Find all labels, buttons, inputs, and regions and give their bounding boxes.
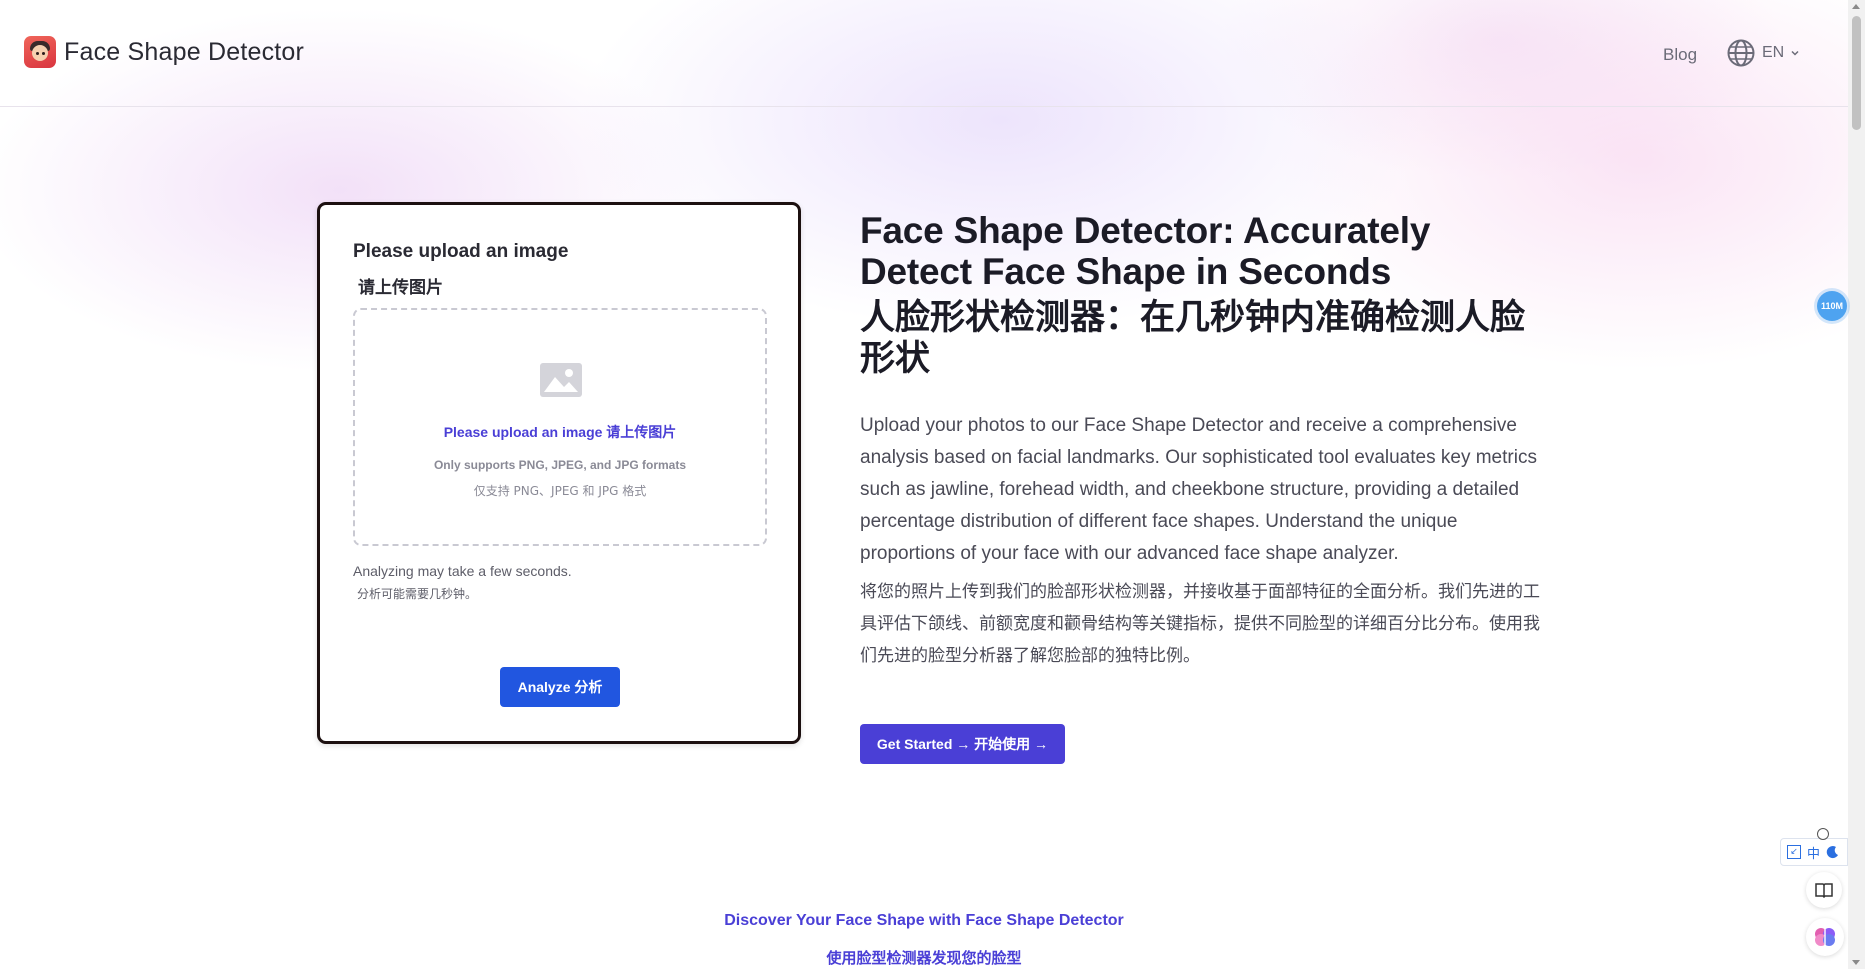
scroll-down-arrow[interactable] (1852, 960, 1860, 965)
page-scrollbar[interactable] (1848, 0, 1865, 969)
site-header: Face Shape Detector Blog EN (0, 0, 1848, 107)
upload-card: Please upload an image 请上传图片 Please uplo… (317, 202, 801, 744)
image-dropzone[interactable]: Please upload an image 请上传图片 Only suppor… (353, 308, 767, 546)
hero-title: Face Shape Detector: Accurately Detect F… (860, 210, 1431, 292)
ai-assistant-button[interactable] (1806, 918, 1844, 956)
discover-heading-zh: 使用脸型检测器发现您的脸型 (826, 949, 1022, 967)
pin-icon[interactable] (1817, 828, 1829, 840)
analyze-button[interactable]: Analyze 分析 (500, 667, 620, 707)
translate-toolbar[interactable]: ↙ 中 (1780, 838, 1848, 866)
moon-icon[interactable] (1826, 845, 1840, 859)
language-selector[interactable]: EN (1726, 38, 1800, 68)
language-label: EN (1762, 44, 1785, 61)
hero-description: Upload your photos to our Face Shape Det… (860, 415, 1537, 564)
analyzing-note: Analyzing may take a few seconds. (353, 563, 572, 579)
screenshot-icon[interactable]: ↙ (1787, 845, 1801, 859)
upload-title: Please upload an image (353, 241, 569, 262)
hero-title-zh: 人脸形状检测器：在几秒钟内准确检测人脸形状 (860, 298, 1526, 379)
hero-description-zh: 将您的照片上传到我们的脸部形状检测器，并接收基于面部特征的全面分析。我们先进的工… (860, 582, 1540, 666)
translate-icon[interactable]: 中 (1807, 843, 1820, 862)
reader-mode-button[interactable] (1806, 872, 1842, 908)
dropzone-formats-zh: 仅支持 PNG、JPEG 和 JPG 格式 (473, 484, 647, 498)
get-started-button[interactable]: Get Started → 开始使用 → (860, 724, 1065, 764)
upload-title-zh: 请上传图片 (358, 278, 443, 298)
analyzing-note-zh: 分析可能需要几秒钟。 (357, 587, 478, 601)
memory-badge[interactable]: 110M (1817, 291, 1847, 321)
image-placeholder-icon (540, 363, 582, 397)
brain-icon (1815, 928, 1835, 946)
logo-icon[interactable] (24, 36, 56, 68)
book-icon (1815, 883, 1833, 898)
nav-blog-link[interactable]: Blog (1663, 45, 1697, 65)
globe-icon (1727, 39, 1755, 67)
brand-name[interactable]: Face Shape Detector (64, 38, 304, 67)
scroll-up-arrow[interactable] (1852, 4, 1860, 9)
hero-section: Face Shape Detector: Accurately Detect F… (860, 210, 1540, 672)
scroll-thumb[interactable] (1852, 16, 1861, 130)
chevron-down-icon (1791, 50, 1799, 56)
discover-heading: Discover Your Face Shape with Face Shape… (724, 912, 1124, 929)
dropzone-formats: Only supports PNG, JPEG, and JPG formats (433, 458, 687, 472)
dropzone-prompt: Please upload an image 请上传图片 (443, 424, 677, 440)
